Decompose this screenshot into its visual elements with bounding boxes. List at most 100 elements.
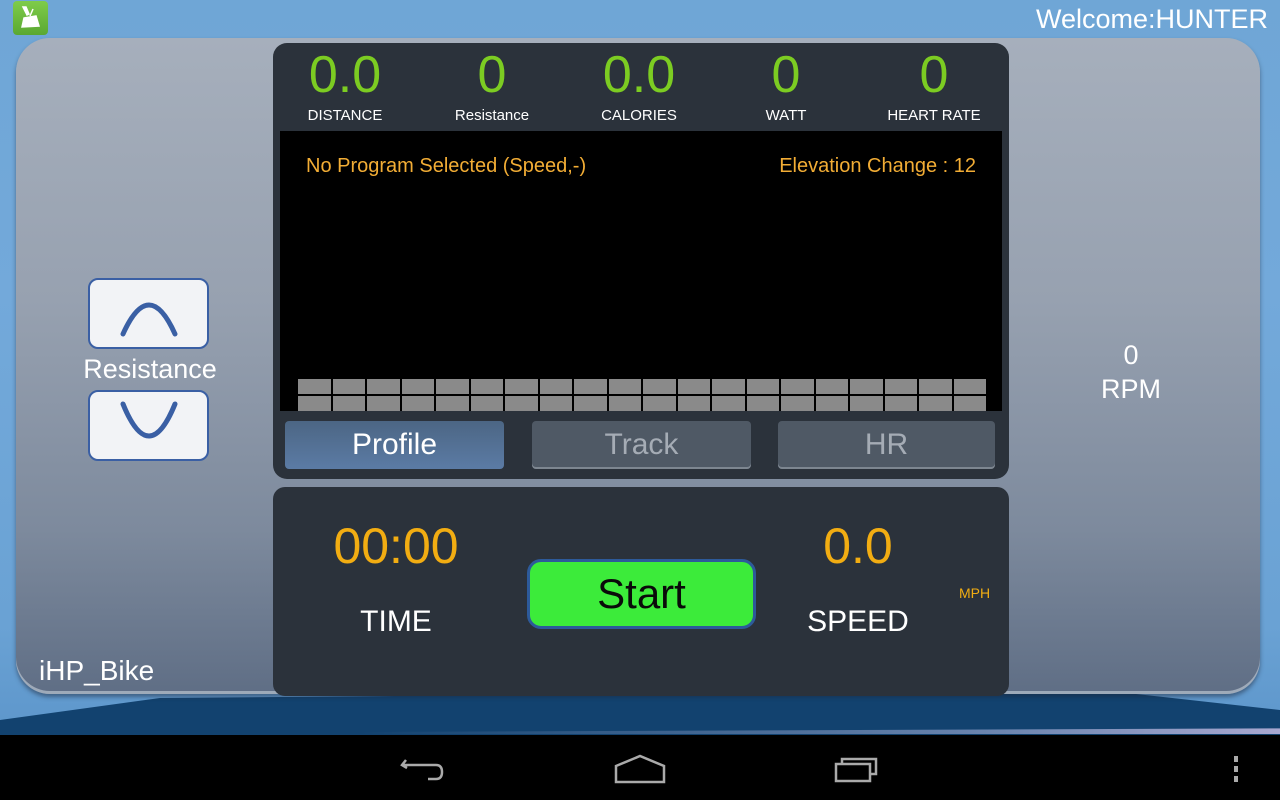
background-wave <box>0 690 1280 735</box>
profile-segment-cell <box>436 379 469 394</box>
profile-segment-cell <box>746 396 779 411</box>
profile-segment-cell <box>574 396 607 411</box>
profile-segment <box>919 379 952 411</box>
profile-segment <box>884 379 917 411</box>
profile-segment <box>746 379 779 411</box>
stats-panel: 0.0 DISTANCE 0 Resistance 0.0 CALORIES 0… <box>273 43 1009 479</box>
overflow-menu-icon <box>1234 756 1238 782</box>
stat-value: 0 <box>477 46 507 104</box>
profile-segment-cell <box>712 396 745 411</box>
profile-segment-cell <box>850 379 883 394</box>
profile-segment-cell <box>401 396 434 411</box>
profile-bars <box>298 379 986 411</box>
profile-segment-cell <box>919 379 952 394</box>
profile-segment <box>677 379 710 411</box>
profile-segment-cell <box>436 396 469 411</box>
profile-segment-cell <box>712 379 745 394</box>
profile-segment-cell <box>298 396 331 411</box>
elevation-change: Elevation Change : 12 <box>779 155 976 177</box>
rpm-unit: RPM <box>1101 374 1161 404</box>
recent-apps-icon <box>834 757 878 783</box>
profile-segment-cell <box>919 396 952 411</box>
profile-segment-cell <box>746 379 779 394</box>
profile-segment-cell <box>539 396 572 411</box>
profile-segment-cell <box>781 379 814 394</box>
back-button[interactable] <box>393 749 453 789</box>
profile-segment <box>712 379 745 411</box>
stat-value: 0.0 <box>602 46 676 104</box>
profile-segment-cell <box>608 396 641 411</box>
resistance-down-button[interactable] <box>88 390 209 461</box>
stat-heart-rate: 0 HEART RATE <box>864 43 1004 124</box>
program-status: No Program Selected (Speed,-) <box>306 155 587 177</box>
stat-label: WATT <box>765 107 807 124</box>
chevron-up-icon <box>120 302 177 336</box>
profile-segment-cell <box>643 396 676 411</box>
profile-segment <box>436 379 469 411</box>
profile-segment-cell <box>367 379 400 394</box>
profile-segment <box>815 379 848 411</box>
stat-calories: 0.0 CALORIES <box>569 43 709 124</box>
system-navbar <box>0 735 1280 800</box>
stat-value: 0 <box>771 46 801 104</box>
profile-segment-cell <box>643 379 676 394</box>
time-label: TIME <box>360 605 432 638</box>
profile-segment <box>401 379 434 411</box>
profile-segment-cell <box>367 396 400 411</box>
profile-segment-cell <box>677 396 710 411</box>
resistance-up-button[interactable] <box>88 278 209 349</box>
profile-segment <box>608 379 641 411</box>
profile-segment-cell <box>953 396 986 411</box>
profile-graph: No Program Selected (Speed,-) Elevation … <box>280 131 1002 411</box>
profile-segment <box>367 379 400 411</box>
overflow-menu-button[interactable] <box>1216 749 1256 789</box>
speed-value: 0.0 <box>823 518 893 574</box>
home-icon <box>614 754 666 784</box>
profile-segment-cell <box>884 379 917 394</box>
device-name: iHP_Bike <box>39 655 155 686</box>
profile-segment <box>574 379 607 411</box>
profile-segment-cell <box>505 379 538 394</box>
profile-segment-cell <box>332 379 365 394</box>
profile-segment-cell <box>332 396 365 411</box>
start-button[interactable]: Start <box>527 559 756 629</box>
profile-segment-cell <box>574 379 607 394</box>
tab-track[interactable]: Track <box>532 421 751 469</box>
profile-segment <box>643 379 676 411</box>
profile-segment-cell <box>884 396 917 411</box>
workout-panel: 00:00 TIME Start 0.0 SPEED MPH <box>273 487 1009 696</box>
profile-segment-cell <box>815 379 848 394</box>
profile-segment-cell <box>781 396 814 411</box>
speed-label: SPEED <box>807 605 909 638</box>
profile-segment-cell <box>608 379 641 394</box>
resistance-label: Resistance <box>83 354 217 384</box>
stat-label: HEART RATE <box>887 107 981 124</box>
tab-profile[interactable]: Profile <box>285 421 504 469</box>
profile-segment <box>505 379 538 411</box>
profile-segment <box>470 379 503 411</box>
back-icon <box>400 759 444 781</box>
app-screen: Welcome:HUNTER Resistance 0 RPM iHP_Bike… <box>0 0 1280 735</box>
profile-segment-cell <box>401 379 434 394</box>
profile-segment-cell <box>505 396 538 411</box>
exercise-bike-icon[interactable] <box>13 1 48 35</box>
chevron-down-icon <box>120 401 177 438</box>
profile-segment-cell <box>298 379 331 394</box>
profile-segment <box>953 379 986 411</box>
stat-value: 0.0 <box>308 46 382 104</box>
profile-segment-cell <box>815 396 848 411</box>
profile-segment-cell <box>470 396 503 411</box>
profile-segment-cell <box>677 379 710 394</box>
home-button[interactable] <box>610 749 670 789</box>
profile-segment-cell <box>850 396 883 411</box>
rpm-display: 0 RPM <box>1086 338 1176 406</box>
stat-value: 0 <box>919 46 949 104</box>
stat-resistance: 0 Resistance <box>422 43 562 124</box>
rpm-value: 0 <box>1123 340 1139 370</box>
profile-segment-cell <box>470 379 503 394</box>
tab-hr[interactable]: HR <box>778 421 995 469</box>
stat-label: CALORIES <box>601 107 677 124</box>
stat-watt: 0 WATT <box>716 43 856 124</box>
stat-label: Resistance <box>454 107 530 124</box>
recent-apps-button[interactable] <box>827 749 887 789</box>
